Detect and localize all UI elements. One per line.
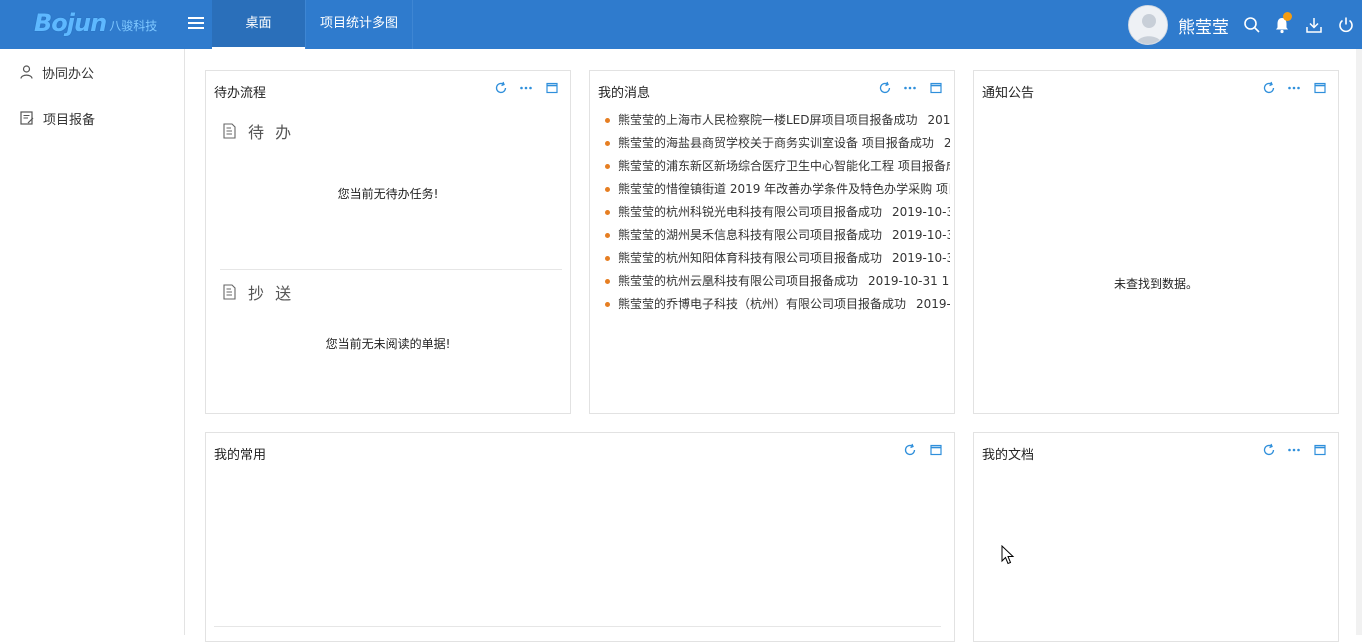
document-icon — [223, 284, 236, 300]
panel-common: 我的常用 — [205, 432, 955, 642]
more-icon[interactable] — [519, 81, 533, 95]
power-icon[interactable] — [1337, 16, 1355, 34]
sidebar-item-collaboration[interactable]: 协同办公 — [20, 61, 94, 83]
user-name[interactable]: 熊莹莹 — [1178, 13, 1229, 38]
cc-section-header: 抄 送 — [223, 280, 294, 304]
message-time: 2019-10-3 — [892, 228, 950, 242]
message-item[interactable]: 熊莹莹的湖州昊禾信息科技有限公司项目报备成功 2019-10-3 — [604, 224, 950, 247]
maximize-icon[interactable] — [929, 443, 943, 457]
message-text: 熊莹莹的乔博电子科技（杭州）有限公司项目报备成功 — [618, 297, 907, 311]
message-text: 熊莹莹的杭州科锐光电科技有限公司项目报备成功 — [618, 205, 883, 219]
message-item[interactable]: 熊莹莹的杭州科锐光电科技有限公司项目报备成功 2019-10-3 — [604, 201, 950, 224]
top-bar: Bojun 八骏科技 桌面 项目统计多图 熊莹莹 — [0, 0, 1362, 49]
maximize-icon[interactable] — [929, 81, 943, 95]
message-item[interactable]: 熊莹莹的上海市人民检察院一楼LED屏项目项目报备成功 2019 — [604, 109, 950, 132]
notice-empty-message: 未查找到数据。 — [1113, 277, 1198, 291]
mouse-cursor-icon — [1001, 545, 1015, 565]
tab-project-stats[interactable]: 项目统计多图 — [306, 0, 412, 49]
message-text: 熊莹莹的浦东新区新场综合医疗卫生中心智能化工程 项目报备成功 — [618, 159, 950, 173]
message-text: 熊莹莹的惜徨镇街道 2019 年改善办学条件及特色办学采购 项目 — [618, 182, 950, 196]
message-text: 熊莹莹的海盐县商贸学校关于商务实训室设备 项目报备成功 — [618, 136, 934, 150]
panel-title: 我的文档 — [982, 448, 1035, 463]
panel-title: 我的消息 — [598, 86, 651, 101]
pending-label: 待 办 — [248, 123, 295, 142]
message-text: 熊莹莹的湖州昊禾信息科技有限公司项目报备成功 — [618, 228, 883, 242]
user-icon — [20, 65, 33, 79]
tab-divider — [412, 0, 413, 49]
refresh-icon[interactable] — [878, 81, 892, 95]
refresh-icon[interactable] — [494, 81, 508, 95]
panel-title: 我的常用 — [214, 448, 267, 463]
pending-section-header: 待 办 — [223, 119, 294, 143]
panel-divider — [214, 626, 941, 627]
maximize-icon[interactable] — [545, 81, 559, 95]
sidebar-item-label: 协同办公 — [42, 66, 95, 82]
message-time: 2019-10-31 16: — [868, 274, 950, 288]
message-item[interactable]: 熊莹莹的海盐县商贸学校关于商务实训室设备 项目报备成功 2 — [604, 132, 950, 155]
avatar-silhouette-icon — [1129, 6, 1167, 44]
scrollbar[interactable] — [1356, 49, 1362, 635]
download-icon[interactable] — [1305, 16, 1323, 34]
sidebar: 协同办公 项目报备 — [0, 49, 185, 635]
message-item[interactable]: 熊莹莹的乔博电子科技（杭州）有限公司项目报备成功 2019-1 — [604, 293, 950, 316]
menu-icon[interactable] — [186, 14, 206, 34]
cc-empty-message: 您当前无未阅读的单据! — [325, 337, 451, 351]
more-icon[interactable] — [1287, 81, 1301, 95]
notification-badge — [1283, 12, 1292, 21]
refresh-icon[interactable] — [1262, 443, 1276, 457]
panel-documents: 我的文档 — [973, 432, 1339, 642]
tab-desktop[interactable]: 桌面 — [212, 0, 305, 49]
logo[interactable]: Bojun 八骏科技 — [34, 8, 157, 38]
message-text: 熊莹莹的杭州知阳体育科技有限公司项目报备成功 — [618, 251, 883, 265]
message-time: 2019-10-3 — [892, 205, 950, 219]
message-text: 熊莹莹的杭州云凰科技有限公司项目报备成功 — [618, 274, 859, 288]
tab-label: 项目统计多图 — [319, 16, 398, 31]
message-time: 2 — [944, 136, 950, 150]
message-item[interactable]: 熊莹莹的浦东新区新场综合医疗卫生中心智能化工程 项目报备成功 — [604, 155, 950, 178]
logo-subtext: 八骏科技 — [109, 18, 158, 33]
sidebar-item-project-report[interactable]: 项目报备 — [20, 107, 95, 129]
message-item[interactable]: 熊莹莹的杭州云凰科技有限公司项目报备成功 2019-10-31 16: — [604, 270, 950, 293]
refresh-icon[interactable] — [903, 443, 917, 457]
more-icon[interactable] — [903, 81, 917, 95]
form-icon — [20, 111, 34, 125]
message-item[interactable]: 熊莹莹的杭州知阳体育科技有限公司项目报备成功 2019-10-3 — [604, 247, 950, 270]
tab-label: 桌面 — [245, 16, 272, 31]
message-list: 熊莹莹的上海市人民检察院一楼LED屏项目项目报备成功 2019 熊莹莹的海盐县商贸… — [604, 109, 950, 316]
search-icon[interactable] — [1243, 16, 1261, 34]
maximize-icon[interactable] — [1313, 81, 1327, 95]
more-icon[interactable] — [1287, 443, 1301, 457]
panel-notice: 通知公告 未查找到数据。 — [973, 70, 1339, 414]
panel-title: 通知公告 — [982, 86, 1035, 101]
panel-title: 待办流程 — [214, 86, 267, 101]
sidebar-item-label: 项目报备 — [43, 112, 96, 128]
logo-text: Bojun — [34, 9, 107, 37]
message-time: 2019-10-3 — [892, 251, 950, 265]
panel-todo: 待办流程 待 办 您当前无待办任务! 抄 送 您当前无未阅读的单据! — [205, 70, 571, 414]
cc-label: 抄 送 — [248, 284, 295, 303]
refresh-icon[interactable] — [1262, 81, 1276, 95]
pending-empty-message: 您当前无待办任务! — [337, 187, 439, 201]
maximize-icon[interactable] — [1313, 443, 1327, 457]
panel-messages: 我的消息 熊莹莹的上海市人民检察院一楼LED屏项目项目报备成功 2019 熊莹莹的… — [589, 70, 955, 414]
section-divider — [220, 269, 562, 270]
message-time: 2019-1 — [916, 297, 950, 311]
message-text: 熊莹莹的上海市人民检察院一楼LED屏项目项目报备成功 — [618, 113, 918, 127]
message-time: 2019 — [927, 113, 950, 127]
document-icon — [223, 123, 236, 139]
avatar[interactable] — [1128, 5, 1168, 45]
message-item[interactable]: 熊莹莹的惜徨镇街道 2019 年改善办学条件及特色办学采购 项目 — [604, 178, 950, 201]
